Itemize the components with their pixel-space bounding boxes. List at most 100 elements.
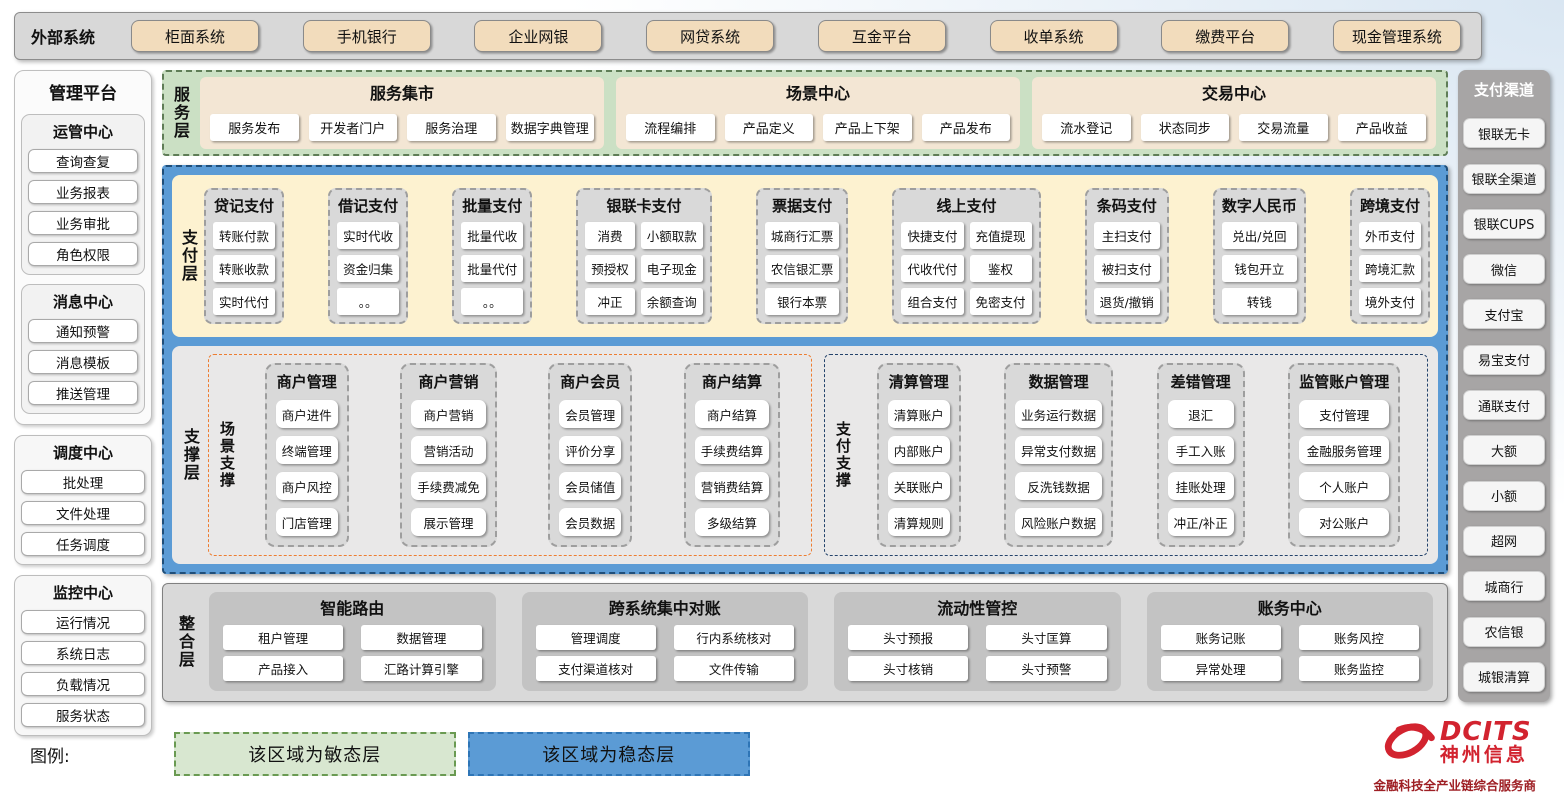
channel-button[interactable]: 银联无卡	[1463, 118, 1545, 148]
payment-function-button[interactable]: 电子现金	[641, 255, 703, 282]
service-function-button[interactable]: 服务治理	[407, 114, 496, 141]
channel-button[interactable]: 通联支付	[1463, 390, 1545, 420]
support-function-button[interactable]: 商户风控	[276, 472, 338, 500]
sidebar-item-button[interactable]: 通知预警	[28, 319, 138, 343]
support-function-button[interactable]: 商户营销	[411, 400, 486, 428]
support-function-button[interactable]: 评价分享	[559, 436, 621, 464]
payment-function-button[interactable]: 转钱	[1222, 288, 1297, 315]
support-function-button[interactable]: 清算账户	[888, 400, 950, 428]
sidebar-item-button[interactable]: 服务状态	[21, 703, 145, 727]
payment-function-button[interactable]: 主扫支付	[1094, 222, 1160, 249]
payment-function-button[interactable]: 充值提现	[970, 222, 1032, 249]
support-function-button[interactable]: 支付管理	[1299, 400, 1389, 428]
service-function-button[interactable]: 产品发布	[922, 114, 1011, 141]
support-function-button[interactable]: 手续费结算	[695, 436, 770, 464]
support-function-button[interactable]: 退汇	[1168, 400, 1234, 428]
sidebar-item-button[interactable]: 推送管理	[28, 381, 138, 405]
support-function-button[interactable]: 关联账户	[888, 472, 950, 500]
payment-function-button[interactable]: 跨境汇款	[1359, 255, 1421, 282]
payment-function-button[interactable]: 资金归集	[337, 255, 399, 282]
support-function-button[interactable]: 营销费结算	[695, 472, 770, 500]
support-function-button[interactable]: 会员管理	[559, 400, 621, 428]
channel-button[interactable]: 银联CUPS	[1463, 209, 1545, 239]
integration-function-button[interactable]: 账务监控	[1299, 656, 1419, 681]
support-function-button[interactable]: 对公账户	[1299, 508, 1389, 536]
payment-function-button[interactable]: 钱包开立	[1222, 255, 1297, 282]
external-system-button[interactable]: 手机银行	[303, 20, 431, 52]
external-system-button[interactable]: 柜面系统	[131, 20, 259, 52]
payment-function-button[interactable]: 余额查询	[641, 288, 703, 315]
channel-button[interactable]: 支付宝	[1463, 299, 1545, 329]
payment-function-button[interactable]: 城商行汇票	[765, 222, 840, 249]
support-function-button[interactable]: 异常支付数据	[1015, 436, 1102, 464]
sidebar-item-button[interactable]: 负载情况	[21, 672, 145, 696]
payment-function-button[interactable]: 免密支付	[970, 288, 1032, 315]
service-function-button[interactable]: 流水登记	[1042, 114, 1131, 141]
external-system-button[interactable]: 现金管理系统	[1333, 20, 1461, 52]
payment-function-button[interactable]: 银行本票	[765, 288, 840, 315]
payment-function-button[interactable]: 小额取款	[641, 222, 703, 249]
support-function-button[interactable]: 冲正/补正	[1168, 508, 1234, 536]
service-function-button[interactable]: 产品定义	[725, 114, 814, 141]
channel-button[interactable]: 大额	[1463, 435, 1545, 465]
payment-function-button[interactable]: 转账付款	[213, 222, 275, 249]
integration-function-button[interactable]: 账务风控	[1299, 625, 1419, 650]
channel-button[interactable]: 城银清算	[1463, 662, 1545, 692]
support-function-button[interactable]: 业务运行数据	[1015, 400, 1102, 428]
support-function-button[interactable]: 门店管理	[276, 508, 338, 536]
support-function-button[interactable]: 挂账处理	[1168, 472, 1234, 500]
integration-function-button[interactable]: 头寸核销	[848, 656, 968, 681]
channel-button[interactable]: 超网	[1463, 526, 1545, 556]
payment-function-button[interactable]: 实时代付	[213, 288, 275, 315]
sidebar-item-button[interactable]: 消息模板	[28, 350, 138, 374]
service-function-button[interactable]: 产品上下架	[823, 114, 912, 141]
payment-function-button[interactable]: 转账收款	[213, 255, 275, 282]
integration-function-button[interactable]: 汇路计算引擎	[361, 656, 481, 681]
sidebar-item-button[interactable]: 查询查复	[28, 149, 138, 173]
payment-function-button[interactable]: 退货/撤销	[1094, 288, 1160, 315]
integration-function-button[interactable]: 产品接入	[223, 656, 343, 681]
integration-function-button[interactable]: 账务记账	[1161, 625, 1281, 650]
support-function-button[interactable]: 展示管理	[411, 508, 486, 536]
external-system-button[interactable]: 缴费平台	[1161, 20, 1289, 52]
payment-function-button[interactable]: 。。	[337, 288, 399, 315]
sidebar-item-button[interactable]: 角色权限	[28, 242, 138, 266]
channel-button[interactable]: 易宝支付	[1463, 345, 1545, 375]
sidebar-item-button[interactable]: 业务报表	[28, 180, 138, 204]
external-system-button[interactable]: 收单系统	[990, 20, 1118, 52]
support-function-button[interactable]: 多级结算	[695, 508, 770, 536]
support-function-button[interactable]: 终端管理	[276, 436, 338, 464]
support-function-button[interactable]: 手续费减免	[411, 472, 486, 500]
support-function-button[interactable]: 会员数据	[559, 508, 621, 536]
support-function-button[interactable]: 清算规则	[888, 508, 950, 536]
sidebar-item-button[interactable]: 运行情况	[21, 610, 145, 634]
payment-function-button[interactable]: 预授权	[585, 255, 635, 282]
sidebar-item-button[interactable]: 任务调度	[21, 532, 145, 556]
payment-function-button[interactable]: 鉴权	[970, 255, 1032, 282]
service-function-button[interactable]: 数据字典管理	[506, 114, 595, 141]
integration-function-button[interactable]: 租户管理	[223, 625, 343, 650]
channel-button[interactable]: 城商行	[1463, 571, 1545, 601]
payment-function-button[interactable]: 实时代收	[337, 222, 399, 249]
support-function-button[interactable]: 手工入账	[1168, 436, 1234, 464]
payment-function-button[interactable]: 批量代收	[461, 222, 523, 249]
payment-function-button[interactable]: 农信银汇票	[765, 255, 840, 282]
payment-function-button[interactable]: 冲正	[585, 288, 635, 315]
support-function-button[interactable]: 反洗钱数据	[1015, 472, 1102, 500]
payment-function-button[interactable]: 被扫支付	[1094, 255, 1160, 282]
service-function-button[interactable]: 产品收益	[1338, 114, 1427, 141]
sidebar-item-button[interactable]: 系统日志	[21, 641, 145, 665]
payment-function-button[interactable]: 批量代付	[461, 255, 523, 282]
integration-function-button[interactable]: 支付渠道核对	[536, 656, 656, 681]
service-function-button[interactable]: 状态同步	[1141, 114, 1230, 141]
support-function-button[interactable]: 内部账户	[888, 436, 950, 464]
payment-function-button[interactable]: 组合支付	[901, 288, 963, 315]
integration-function-button[interactable]: 数据管理	[361, 625, 481, 650]
payment-function-button[interactable]: 。。	[461, 288, 523, 315]
support-function-button[interactable]: 风险账户数据	[1015, 508, 1102, 536]
channel-button[interactable]: 银联全渠道	[1463, 164, 1545, 194]
sidebar-item-button[interactable]: 批处理	[21, 470, 145, 494]
sidebar-item-button[interactable]: 文件处理	[21, 501, 145, 525]
external-system-button[interactable]: 互金平台	[818, 20, 946, 52]
integration-function-button[interactable]: 管理调度	[536, 625, 656, 650]
